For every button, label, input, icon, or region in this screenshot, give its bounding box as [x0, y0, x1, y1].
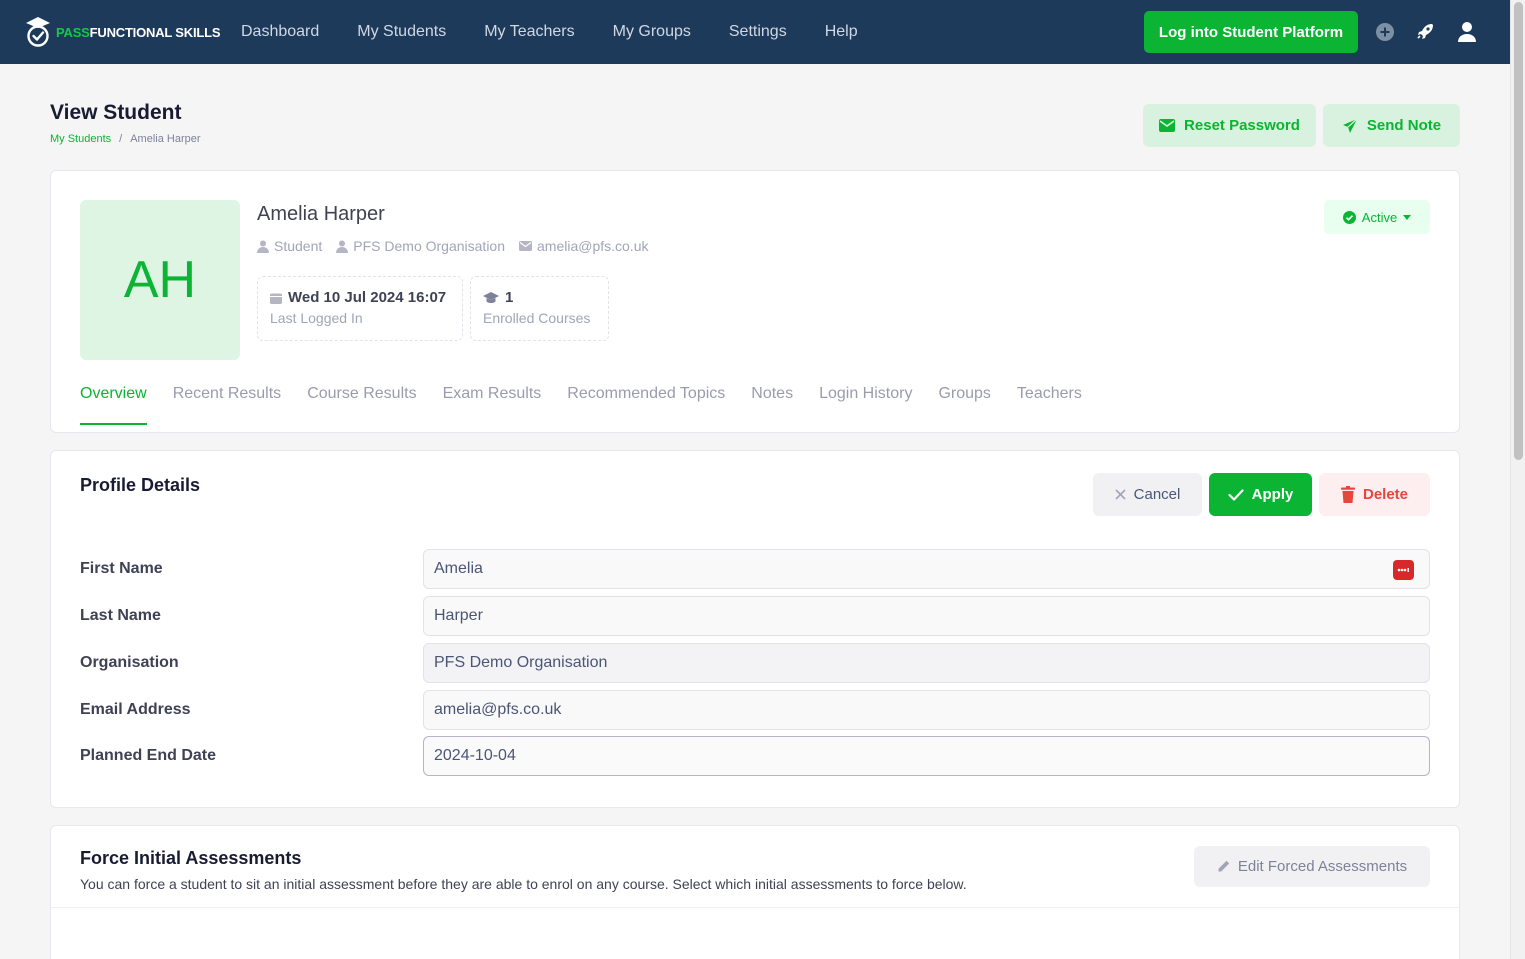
student-name: Amelia Harper — [257, 203, 385, 225]
nav-dashboard[interactable]: Dashboard — [222, 23, 338, 41]
tab-login-history[interactable]: Login History — [819, 385, 912, 425]
envelope-icon — [1159, 119, 1176, 132]
meta-role: Student — [257, 238, 322, 254]
meta-email: amelia@pfs.co.uk — [519, 238, 648, 254]
first-name-label: First Name — [80, 560, 163, 577]
plus-circle-icon[interactable] — [1373, 20, 1397, 44]
planned-end-date-label: Planned End Date — [80, 747, 217, 764]
send-note-button[interactable]: Send Note — [1323, 104, 1460, 147]
password-manager-icon[interactable] — [1393, 560, 1414, 580]
top-navbar: PASSFUNCTIONAL SKILLS Dashboard My Stude… — [0, 0, 1510, 64]
profile-details-title: Profile Details — [80, 475, 201, 495]
email-field[interactable]: amelia@pfs.co.uk — [423, 690, 1430, 730]
logo-text: PASSFUNCTIONAL SKILLS — [56, 24, 221, 40]
nav-help[interactable]: Help — [806, 23, 877, 41]
person-icon — [336, 240, 349, 253]
force-assessments-card: Force Initial Assessments You can force … — [50, 825, 1460, 959]
planned-end-date-row: Planned End Date 2024-10-04 — [80, 736, 1430, 776]
user-icon[interactable] — [1455, 20, 1479, 44]
tab-course-results[interactable]: Course Results — [307, 385, 416, 425]
caret-down-icon — [1403, 214, 1412, 220]
student-summary-card: AH Amelia Harper Student PFS Demo Organi… — [50, 170, 1460, 433]
tab-recommended-topics[interactable]: Recommended Topics — [567, 385, 725, 425]
last-name-label: Last Name — [80, 607, 161, 624]
breadcrumb-current: Amelia Harper — [130, 133, 201, 145]
tab-notes[interactable]: Notes — [751, 385, 793, 425]
first-name-field[interactable]: Amelia — [423, 549, 1430, 589]
close-icon — [1115, 489, 1126, 500]
delete-button[interactable]: Delete — [1319, 473, 1430, 516]
paper-plane-icon — [1342, 118, 1358, 133]
student-tabs: Overview Recent Results Course Results E… — [80, 385, 1108, 425]
calendar-icon — [270, 293, 282, 304]
planned-end-date-field[interactable]: 2024-10-04 — [423, 736, 1430, 776]
reset-password-button[interactable]: Reset Password — [1143, 104, 1316, 147]
trash-icon — [1340, 486, 1355, 503]
organisation-row: Organisation PFS Demo Organisation — [80, 643, 1430, 683]
force-assessments-description: You can force a student to sit an initia… — [80, 876, 967, 892]
last-name-row: Last Name Harper — [80, 596, 1430, 636]
tab-overview[interactable]: Overview — [80, 385, 147, 425]
envelope-icon — [519, 241, 532, 251]
rocket-icon[interactable] — [1413, 20, 1437, 44]
organisation-field[interactable]: PFS Demo Organisation — [423, 643, 1430, 683]
student-meta: Student PFS Demo Organisation amelia@pfs… — [257, 238, 648, 254]
breadcrumb-separator: / — [119, 133, 123, 145]
profile-details-card: Profile Details Cancel Apply Delete Firs… — [50, 450, 1460, 808]
tab-recent-results[interactable]: Recent Results — [173, 385, 282, 425]
first-name-row: First Name Amelia — [80, 549, 1430, 589]
status-dropdown[interactable]: Active — [1324, 200, 1430, 234]
reset-password-label: Reset Password — [1184, 117, 1300, 134]
last-name-field[interactable]: Harper — [423, 596, 1430, 636]
tab-exam-results[interactable]: Exam Results — [443, 385, 542, 425]
scrollbar-thumb[interactable] — [1514, 2, 1523, 460]
person-icon — [257, 240, 269, 253]
section-divider — [51, 907, 1459, 908]
last-logged-in-stat: Wed 10 Jul 2024 16:07 Last Logged In — [257, 276, 463, 341]
email-row: Email Address amelia@pfs.co.uk — [80, 690, 1430, 730]
email-label: Email Address — [80, 701, 191, 718]
breadcrumb-my-students[interactable]: My Students — [50, 133, 111, 145]
logo[interactable]: PASSFUNCTIONAL SKILLS — [24, 16, 221, 48]
enrolled-courses-stat: 1 Enrolled Courses — [470, 276, 609, 341]
force-assessments-title: Force Initial Assessments — [80, 848, 302, 868]
status-label: Active — [1361, 209, 1398, 225]
organisation-label: Organisation — [80, 654, 179, 671]
check-circle-icon — [1342, 210, 1356, 224]
nav-my-students[interactable]: My Students — [338, 23, 465, 41]
avatar: AH — [80, 200, 240, 360]
apply-button[interactable]: Apply — [1209, 473, 1312, 516]
nav-my-groups[interactable]: My Groups — [594, 23, 710, 41]
nav-settings[interactable]: Settings — [710, 23, 806, 41]
check-icon — [1228, 488, 1244, 501]
send-note-label: Send Note — [1366, 117, 1442, 134]
tab-teachers[interactable]: Teachers — [1017, 385, 1082, 425]
nav-my-teachers[interactable]: My Teachers — [465, 23, 593, 41]
meta-organisation: PFS Demo Organisation — [336, 238, 505, 254]
page-scrollbar[interactable] — [1510, 0, 1525, 959]
breadcrumb: My Students / Amelia Harper — [50, 133, 201, 145]
pencil-icon — [1218, 860, 1230, 872]
logo-badge-icon — [24, 16, 52, 48]
edit-forced-assessments-button[interactable]: Edit Forced Assessments — [1194, 846, 1430, 887]
tab-groups[interactable]: Groups — [938, 385, 990, 425]
cancel-button[interactable]: Cancel — [1093, 473, 1202, 516]
page-title: View Student — [50, 101, 182, 124]
graduation-cap-icon — [483, 291, 499, 303]
login-student-platform-button[interactable]: Log into Student Platform — [1144, 11, 1358, 53]
